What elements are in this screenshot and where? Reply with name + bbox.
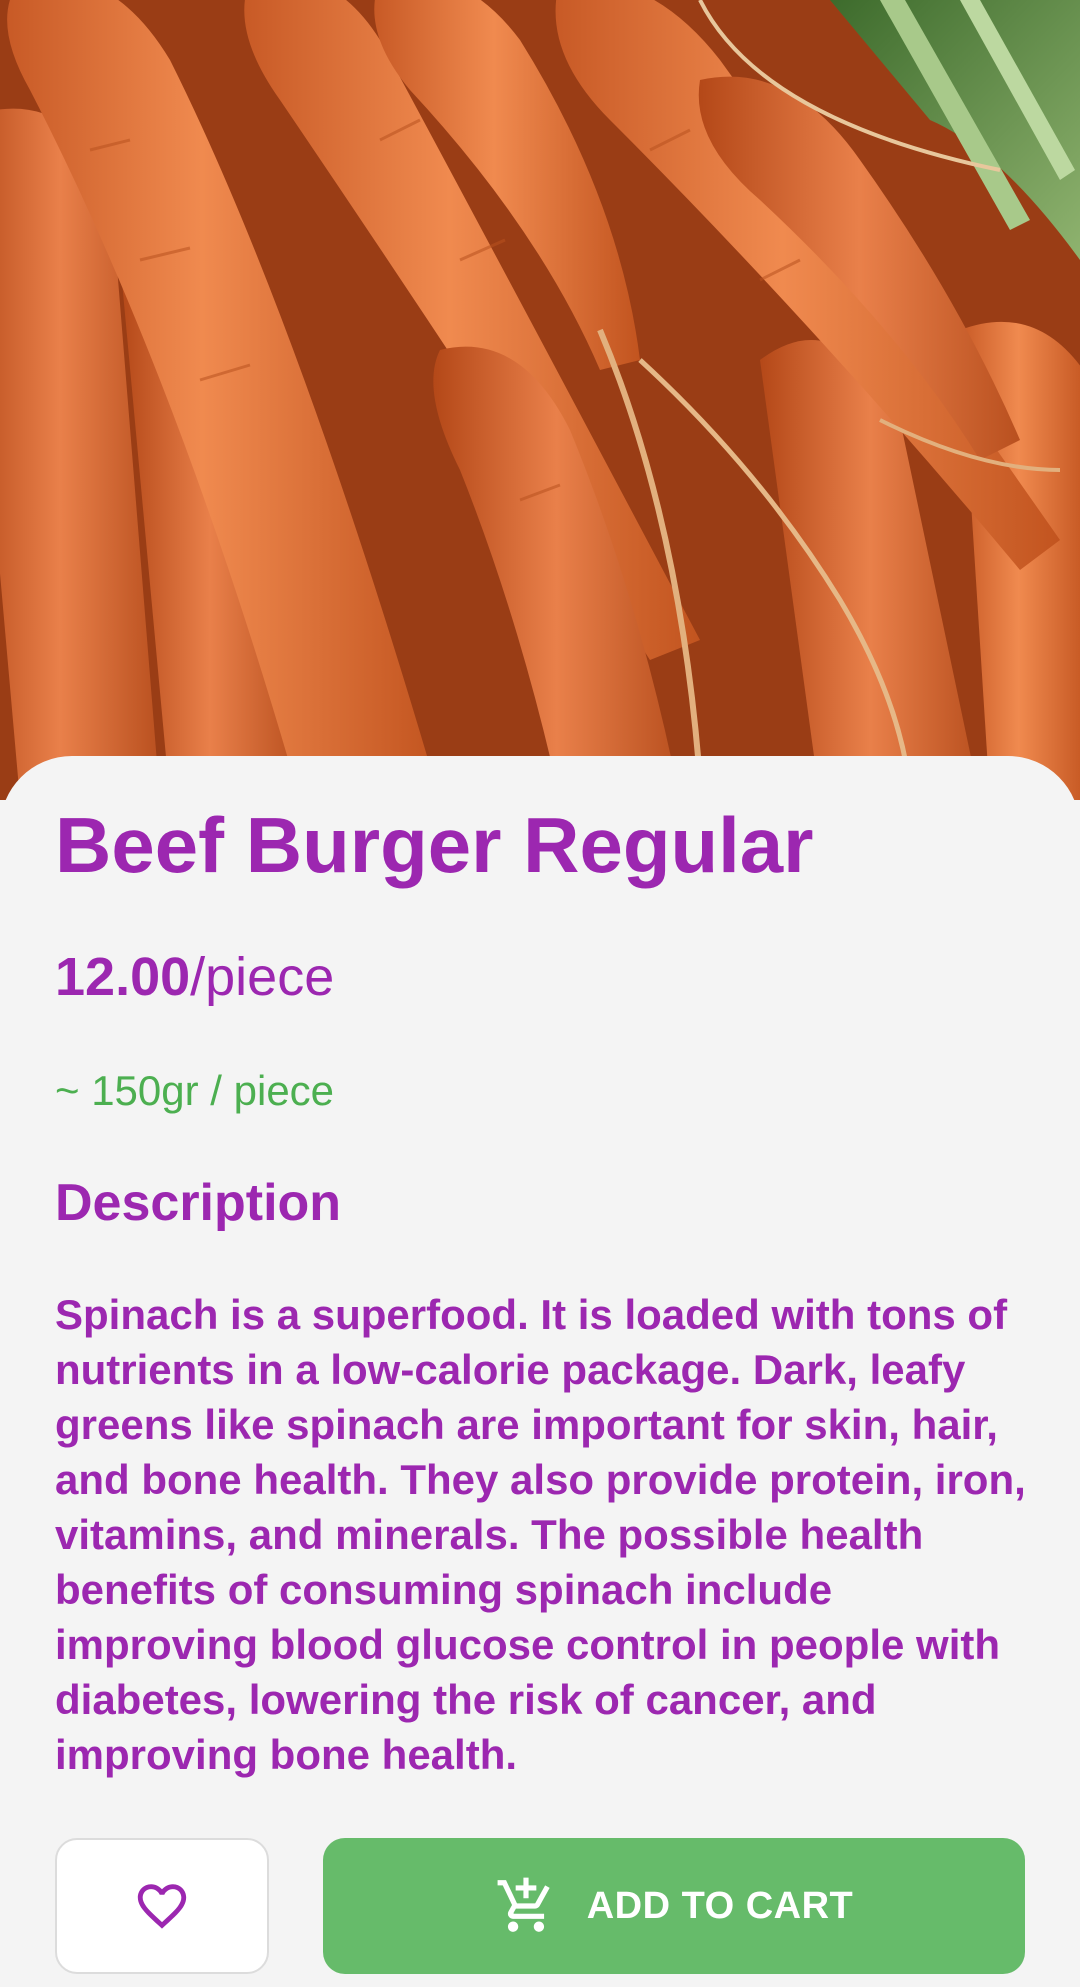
add-shopping-cart-icon xyxy=(495,1875,557,1937)
price: 12.00/piece xyxy=(55,945,334,1009)
price-value: 12.00 xyxy=(55,947,191,1007)
weight-per-piece: ~ 150gr / piece xyxy=(55,1067,335,1114)
price-unit: /piece xyxy=(190,947,335,1007)
add-to-cart-label: ADD TO CART xyxy=(586,1884,854,1927)
favorite-button[interactable] xyxy=(55,1838,269,1974)
product-title: Beef Burger Regular xyxy=(55,801,814,889)
description-heading: Description xyxy=(55,1174,342,1232)
product-image xyxy=(0,0,1080,800)
product-detail-screen: Beef Burger Regular 12.00/piece ~ 150gr … xyxy=(0,0,1080,1987)
heart-outline-icon xyxy=(133,1877,191,1935)
add-to-cart-button[interactable]: ADD TO CART xyxy=(323,1838,1025,1974)
description-text: Spinach is a superfood. It is loaded wit… xyxy=(55,1291,1026,1778)
